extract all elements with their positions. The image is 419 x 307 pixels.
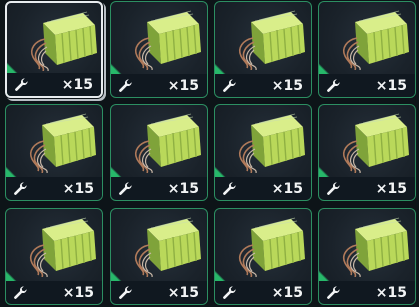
slot-footer: ×15 — [215, 74, 311, 97]
battery-pack-icon — [29, 113, 96, 173]
quantity-label: ×15 — [271, 78, 303, 94]
slot-footer: ×15 — [215, 177, 311, 200]
slot-footer: ×15 — [111, 74, 207, 97]
battery-pack-icon — [342, 113, 409, 173]
inventory-slot[interactable]: ×15 — [110, 1, 208, 98]
battery-pack-icon — [29, 217, 96, 277]
battery-pack-icon — [238, 217, 305, 277]
battery-pack-icon — [342, 217, 409, 277]
slot-footer: ×15 — [6, 281, 102, 304]
wrench-icon — [14, 182, 27, 195]
battery-pack-icon — [134, 217, 201, 277]
quantity-label: ×15 — [62, 181, 94, 197]
quantity-label: ×15 — [167, 78, 199, 94]
battery-pack-icon — [342, 10, 409, 70]
quantity-label: ×15 — [167, 181, 199, 197]
slot-footer: ×15 — [319, 177, 415, 200]
wrench-icon — [119, 182, 132, 195]
quantity-label: ×15 — [375, 78, 407, 94]
quantity-label: ×15 — [61, 77, 93, 93]
slot-footer: ×15 — [215, 281, 311, 304]
quantity-label: ×15 — [167, 285, 199, 301]
inventory-slot[interactable]: ×15 — [5, 1, 103, 98]
slot-footer: ×15 — [7, 73, 101, 96]
inventory-slot[interactable]: ×15 — [110, 104, 208, 201]
quantity-label: ×15 — [375, 181, 407, 197]
inventory-slot[interactable]: ×15 — [318, 208, 416, 305]
inventory-slot[interactable]: ×15 — [318, 104, 416, 201]
wrench-icon — [327, 182, 340, 195]
slot-footer: ×15 — [319, 74, 415, 97]
wrench-icon — [14, 286, 27, 299]
wrench-icon — [223, 286, 236, 299]
quantity-label: ×15 — [62, 285, 94, 301]
inventory-slot[interactable]: ×15 — [110, 208, 208, 305]
wrench-icon — [327, 286, 340, 299]
inventory-slot[interactable]: ×15 — [214, 104, 312, 201]
quantity-label: ×15 — [271, 285, 303, 301]
quantity-label: ×15 — [271, 181, 303, 197]
inventory-slot[interactable]: ×15 — [214, 1, 312, 98]
slot-footer: ×15 — [319, 281, 415, 304]
quantity-label: ×15 — [375, 285, 407, 301]
wrench-icon — [223, 182, 236, 195]
battery-pack-icon — [238, 113, 305, 173]
wrench-icon — [119, 286, 132, 299]
battery-pack-icon — [238, 10, 305, 70]
wrench-icon — [327, 79, 340, 92]
inventory-slot[interactable]: ×15 — [318, 1, 416, 98]
battery-pack-icon — [30, 11, 97, 71]
inventory-slot[interactable]: ×15 — [5, 104, 103, 201]
battery-pack-icon — [134, 10, 201, 70]
slot-footer: ×15 — [6, 177, 102, 200]
wrench-icon — [119, 79, 132, 92]
inventory-slot[interactable]: ×15 — [214, 208, 312, 305]
slot-footer: ×15 — [111, 177, 207, 200]
wrench-icon — [15, 78, 28, 91]
slot-footer: ×15 — [111, 281, 207, 304]
battery-pack-icon — [134, 113, 201, 173]
inventory-slot[interactable]: ×15 — [5, 208, 103, 305]
inventory-grid: ×15 ×15 ×15 ×15 ×15 ×15 ×15 ×15 ×15 ×15 … — [0, 0, 419, 307]
wrench-icon — [223, 79, 236, 92]
